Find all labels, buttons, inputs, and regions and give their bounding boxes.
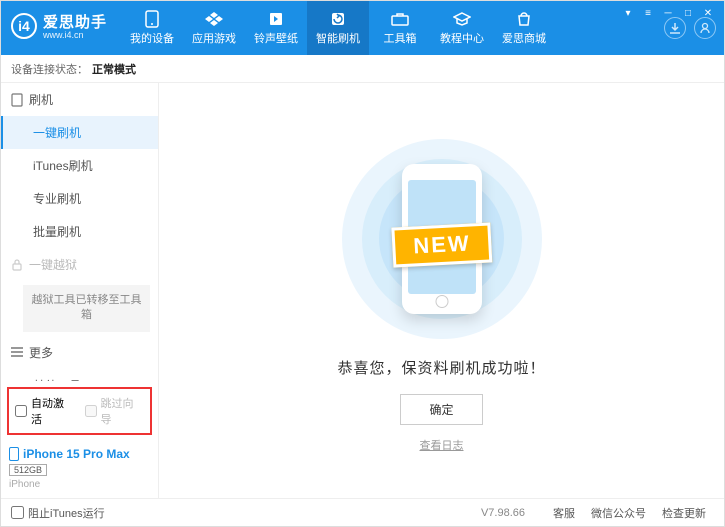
ok-button[interactable]: 确定 — [400, 394, 482, 425]
user-button[interactable] — [694, 17, 716, 39]
block-itunes-input[interactable] — [11, 506, 24, 519]
auto-activate-checkbox[interactable]: 自动激活 — [15, 395, 75, 427]
jailbreak-note: 越狱工具已转移至工具箱 — [23, 285, 150, 332]
maximize-icon[interactable]: □ — [682, 7, 694, 19]
skip-wizard-input — [85, 405, 97, 417]
nav-ringtones[interactable]: 铃声壁纸 — [245, 1, 307, 55]
app-title: 爱思助手 — [43, 15, 107, 32]
header: ▾ ≡ ─ □ ✕ i4 爱思助手 www.i4.cn 我的设备 应用游戏 — [1, 1, 724, 55]
sidebar-item-batch[interactable]: 批量刷机 — [1, 215, 158, 248]
window-controls: ▾ ≡ ─ □ ✕ — [622, 7, 714, 19]
device-name-text: iPhone 15 Pro Max — [23, 447, 130, 461]
dropdown-icon[interactable]: ▾ — [622, 7, 634, 19]
main-content: NEW 恭喜您，保资料刷机成功啦！ 确定 查看日志 — [159, 83, 724, 498]
nav-label: 教程中心 — [440, 30, 484, 46]
nav-apps[interactable]: 应用游戏 — [183, 1, 245, 55]
block-itunes-checkbox[interactable]: 阻止iTunes运行 — [11, 505, 105, 521]
tutorial-icon — [452, 10, 472, 28]
sidebar: 刷机 一键刷机 iTunes刷机 专业刷机 批量刷机 一键越狱 越狱工具已转移至… — [1, 83, 159, 498]
nav-tutorials[interactable]: 教程中心 — [431, 1, 493, 55]
store-icon — [514, 10, 534, 28]
nav-label: 工具箱 — [384, 30, 417, 46]
sidebar-item-pro[interactable]: 专业刷机 — [1, 182, 158, 215]
status-value: 正常模式 — [92, 61, 136, 77]
lock-icon — [11, 259, 23, 271]
flash-icon — [328, 10, 348, 28]
nav-label: 铃声壁纸 — [254, 30, 298, 46]
success-message: 恭喜您，保资料刷机成功啦！ — [337, 357, 545, 378]
nav-label: 我的设备 — [130, 30, 174, 46]
menu-icon[interactable]: ≡ — [642, 7, 654, 19]
nav-label: 爱思商城 — [502, 30, 546, 46]
sidebar-options-highlight: 自动激活 跳过向导 — [7, 387, 152, 435]
device-os: iPhone — [9, 479, 150, 490]
checkbox-label: 阻止iTunes运行 — [28, 505, 105, 521]
sidebar-cat-more[interactable]: 更多 — [1, 336, 158, 369]
toolbox-icon — [390, 10, 410, 28]
view-log-link[interactable]: 查看日志 — [420, 437, 464, 453]
sidebar-cat-label: 刷机 — [29, 91, 53, 108]
nav-store[interactable]: 爱思商城 — [493, 1, 555, 55]
main-nav: 我的设备 应用游戏 铃声壁纸 智能刷机 工具箱 教程中心 — [121, 1, 664, 55]
sidebar-item-itunes[interactable]: iTunes刷机 — [1, 149, 158, 182]
list-icon — [11, 347, 23, 357]
status-label: 设备连接状态： — [11, 61, 88, 77]
skip-wizard-checkbox: 跳过向导 — [85, 395, 145, 427]
sidebar-item-oneclick[interactable]: 一键刷机 — [1, 116, 158, 149]
nav-label: 应用游戏 — [192, 30, 236, 46]
svg-text:i4: i4 — [18, 18, 30, 34]
close-icon[interactable]: ✕ — [702, 7, 714, 19]
footer: 阻止iTunes运行 V7.98.66 客服 微信公众号 检查更新 — [1, 498, 724, 526]
ringtone-icon — [266, 10, 286, 28]
footer-link-support[interactable]: 客服 — [553, 505, 575, 521]
device-info: iPhone 15 Pro Max 512GB iPhone — [1, 441, 158, 498]
device-icon — [142, 10, 162, 28]
status-bar: 设备连接状态： 正常模式 — [1, 55, 724, 83]
footer-link-wechat[interactable]: 微信公众号 — [591, 505, 646, 521]
checkbox-label: 自动激活 — [31, 395, 75, 427]
nav-label: 智能刷机 — [316, 30, 360, 46]
footer-link-update[interactable]: 检查更新 — [662, 505, 706, 521]
auto-activate-input[interactable] — [15, 405, 27, 417]
logo-icon: i4 — [11, 13, 37, 44]
download-button[interactable] — [664, 17, 686, 39]
device-name[interactable]: iPhone 15 Pro Max — [9, 447, 150, 461]
nav-toolbox[interactable]: 工具箱 — [369, 1, 431, 55]
device-storage: 512GB — [9, 464, 47, 476]
phone-icon — [9, 447, 19, 461]
success-graphic: NEW — [327, 139, 557, 339]
sidebar-cat-label: 更多 — [29, 344, 53, 361]
sidebar-cat-label: 一键越狱 — [29, 256, 77, 273]
sidebar-cat-flash[interactable]: 刷机 — [1, 83, 158, 116]
nav-flash[interactable]: 智能刷机 — [307, 1, 369, 55]
app-url: www.i4.cn — [43, 31, 107, 41]
sidebar-cat-jailbreak: 一键越狱 — [1, 248, 158, 281]
sidebar-item-othertools[interactable]: 其他工具 — [1, 369, 158, 381]
phone-icon — [11, 93, 23, 107]
version-text: V7.98.66 — [481, 507, 525, 519]
logo: i4 爱思助手 www.i4.cn — [1, 13, 121, 44]
new-ribbon: NEW — [391, 222, 492, 267]
header-actions — [664, 17, 724, 39]
nav-my-device[interactable]: 我的设备 — [121, 1, 183, 55]
minimize-icon[interactable]: ─ — [662, 7, 674, 19]
apps-icon — [204, 10, 224, 28]
checkbox-label: 跳过向导 — [101, 395, 145, 427]
